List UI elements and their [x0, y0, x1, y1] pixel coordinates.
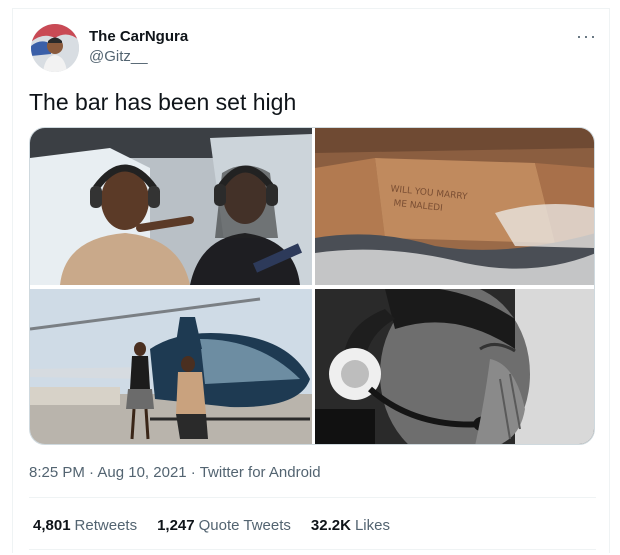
- likes-label: Likes: [354, 517, 390, 534]
- media-grid: WILL YOU MARRY ME NALEDI: [29, 127, 595, 445]
- avatar-image: [31, 24, 79, 72]
- tweet-source[interactable]: Twitter for Android: [200, 464, 321, 481]
- tweet-time[interactable]: 8:25 PM: [29, 464, 85, 481]
- divider: [29, 497, 596, 498]
- photo-helicopter-proposal[interactable]: [30, 289, 312, 444]
- quotes-count: 1,247: [157, 517, 195, 534]
- tweet-date[interactable]: Aug 10, 2021: [97, 464, 186, 481]
- retweets-stat[interactable]: 4,801 Retweets: [33, 517, 137, 534]
- user-handle[interactable]: @Gitz__: [89, 48, 148, 65]
- likes-stat[interactable]: 32.2K Likes: [311, 517, 390, 534]
- photo-helicopter-interior[interactable]: [30, 128, 312, 285]
- more-options-icon[interactable]: ···: [576, 26, 597, 47]
- divider: [29, 549, 596, 550]
- avatar[interactable]: [31, 24, 79, 72]
- tweet-meta: 8:25 PM · Aug 10, 2021 · Twitter for And…: [29, 464, 321, 481]
- retweets-count: 4,801: [33, 517, 71, 534]
- photo-sand-message[interactable]: WILL YOU MARRY ME NALEDI: [315, 128, 594, 285]
- display-name[interactable]: The CarNgura: [89, 28, 188, 45]
- likes-count: 32.2K: [310, 517, 351, 534]
- tweet-stats: 4,801 Retweets 1,247 Quote Tweets 32.2K Lik…: [33, 517, 390, 534]
- quotes-label: Quote Tweets: [198, 517, 291, 534]
- meta-separator: ·: [186, 464, 200, 481]
- tweet-text: The bar has been set high: [29, 89, 297, 115]
- meta-separator: ·: [84, 464, 98, 481]
- photo-woman-crying[interactable]: [315, 289, 594, 444]
- quote-tweets-stat[interactable]: 1,247 Quote Tweets: [157, 517, 291, 534]
- retweets-label: Retweets: [74, 517, 138, 534]
